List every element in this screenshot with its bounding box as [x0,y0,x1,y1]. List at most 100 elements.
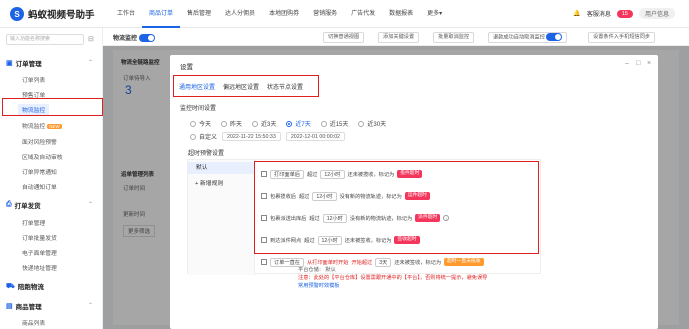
radio-today[interactable]: 今天 [190,119,211,128]
rule-text: 超过 [309,215,320,222]
rule-text-red: 开始超过 [351,259,373,266]
radio-7days[interactable]: 近7天 [286,119,311,128]
modal-tabs: 通用地区设置 偏远地区设置 状态节点设置 [176,77,317,95]
rule-text: 没有新的物流轨迹，标记为 [349,215,413,222]
refund-cancel-toggle[interactable]: 退款成功自动取消监控 [488,32,568,43]
rule-hours-select[interactable]: 12小时 [317,235,342,245]
nav-marketing[interactable]: 营销服务 [306,0,344,28]
radio-30days[interactable]: 近30天 [358,119,386,128]
message-label[interactable]: 客服消息 [587,9,611,18]
collapse-icon[interactable]: ⊟ [88,35,94,43]
radio-today-label: 今天 [199,122,212,128]
rule-checkbox[interactable] [261,215,267,221]
switch-view-button[interactable]: 切换普通视图 [323,32,365,43]
rule-row: 包裹派送出库后 超过 12小时 没有新的物流轨迹，标记为 派件超时 i [261,212,537,224]
sidebar-item-goods-list[interactable]: 商品列表 [22,318,45,327]
radio-dot-selected [286,120,293,127]
tab-general-region[interactable]: 通用地区设置 [179,82,215,91]
sidebar-item-address[interactable]: 快递地址管理 [22,263,57,272]
radio-15days[interactable]: 近15天 [320,119,348,128]
sidebar-item-exception[interactable]: 订单异常通知 [22,167,57,176]
maximize-icon[interactable]: □ [636,60,640,67]
logo-icon: S [10,7,24,21]
section-goods[interactable]: ▤ 商品管理 [6,301,42,311]
radio-yesterday[interactable]: 昨天 [221,119,242,128]
rule-tag[interactable]: 揽件超时 [397,170,423,178]
truck-icon: ⛟ [6,282,15,290]
sidebar-item-e-waybill[interactable]: 电子面单管理 [22,248,57,257]
monitor-toggle[interactable] [138,34,155,43]
rule-tag[interactable]: 运件超时 [404,192,430,200]
sidebar-item-presale[interactable]: 预售订单 [22,90,45,99]
rules-left-panel: 默认 + 新增规则 [188,160,255,275]
rules-label: 超时预警设置 [188,151,225,157]
rule-tag[interactable]: 签收超时 [394,236,420,244]
new-badge: NEW [47,124,62,129]
rule-tag[interactable]: 派件超时 [415,214,441,222]
nav-ads[interactable]: 广告代发 [344,0,382,28]
sidebar: 输入功能名称搜索 ⊟ ▣ 订单管理 ⌃ 订单列表 预售订单 物流监控 物流监控 NE… [0,28,103,329]
chevron-up-icon[interactable]: ⌃ [88,302,93,309]
info-icon[interactable]: i [443,215,450,221]
section-orders[interactable]: ▣ 订单管理 [6,58,42,68]
sms-sync-button[interactable]: 设置条件入手机短信同步 [588,32,656,43]
tab-remote-region[interactable]: 偏远地区设置 [223,82,259,91]
nav-distribution[interactable]: 达人分佣员 [218,0,262,28]
app-logo[interactable]: S 蚂蚁视频号助手 [10,7,95,21]
radio-custom[interactable]: 自定义 [190,132,217,141]
section-shipping-label: 打单发货 [14,203,41,210]
bell-icon[interactable]: 🔔 [573,10,580,17]
rule-hours-select[interactable]: 12小时 [312,191,337,201]
rule-hours-select[interactable]: 12小时 [320,169,345,179]
rule-event-select[interactable]: 打印面单后 [270,169,304,179]
add-key-setting-button[interactable]: 添加关键设置 [378,32,420,43]
monitor-time-label: 监控时间设置 [180,106,217,112]
sidebar-item-batch-ship[interactable]: 订单批量发货 [22,233,57,242]
rule-group-default[interactable]: 默认 [188,162,254,174]
sidebar-item-auto-notify[interactable]: 自动通知订单 [22,182,57,191]
section-shipping[interactable]: ⎙ 打单发货 [6,200,41,210]
nav-more[interactable]: 更多▾ [420,0,449,28]
rule-checkbox[interactable] [261,259,267,265]
order-icon: ▣ [6,60,13,67]
sidebar-item-region-audit[interactable]: 区域及自动审核 [22,152,63,161]
nav-reports[interactable]: 数据报表 [382,0,420,28]
minimize-icon[interactable]: – [625,60,629,67]
radio-dot [221,120,228,127]
sidebar-item-risk[interactable]: 面对风险预警 [22,137,57,146]
refund-toggle[interactable] [546,33,563,41]
sidebar-item-order-list[interactable]: 订单列表 [22,75,45,84]
nav-local[interactable]: 本地团购券 [262,0,306,28]
template-link[interactable]: 常用预警时效模板 [298,282,340,289]
rule-hours-select[interactable]: 12小时 [322,213,347,223]
section-orders-label: 订单管理 [15,61,42,68]
nav-orders[interactable]: 商品订单 [142,0,181,28]
tab-status-node[interactable]: 状态节点设置 [267,82,303,91]
rule-checkbox[interactable] [261,237,267,243]
section-shadow[interactable]: ⛟ 陪跑物流 [6,281,44,292]
sidebar-search-input[interactable]: 输入功能名称搜索 [6,34,84,45]
app-title: 蚂蚁视频号助手 [28,10,95,21]
rule-text: 包裹揽收后 [270,193,296,200]
rule-days-select[interactable]: 3天 [375,257,392,267]
add-rule-button[interactable]: + 新增规则 [195,178,223,187]
rule-text: 到达派件网点 [270,237,302,244]
radio-dot [190,133,196,140]
main-toolbar: 物流监控 切换普通视图 添加关键设置 批量取消监控 退款成功自动取消监控 设置条… [103,28,689,46]
rule-tag[interactable]: 超时一直未揽收 [444,258,484,266]
nav-workbench[interactable]: 工作台 [110,0,142,28]
sidebar-item-logistics-monitor-2[interactable]: 物流监控 NEW [22,121,62,130]
close-icon[interactable]: × [647,60,651,67]
chevron-up-icon[interactable]: ⌃ [88,201,93,208]
chevron-up-icon[interactable]: ⌃ [88,59,93,66]
sidebar-item-logistics-monitor[interactable]: 物流监控 [18,104,50,115]
nav-aftersale[interactable]: 售后管理 [180,0,218,28]
rule-checkbox[interactable] [261,171,267,177]
user-menu[interactable]: 用户信息 [638,8,675,19]
date-from-input[interactable]: 2022-11-22 15:50:33 [222,132,281,141]
rule-checkbox[interactable] [261,193,267,199]
radio-3days[interactable]: 近3天 [252,119,276,128]
date-to-input[interactable]: 2022-12-01 00:00:02 [285,132,345,141]
batch-cancel-button[interactable]: 批量取消监控 [433,32,475,43]
sidebar-item-print-manage[interactable]: 打单管理 [22,218,45,227]
